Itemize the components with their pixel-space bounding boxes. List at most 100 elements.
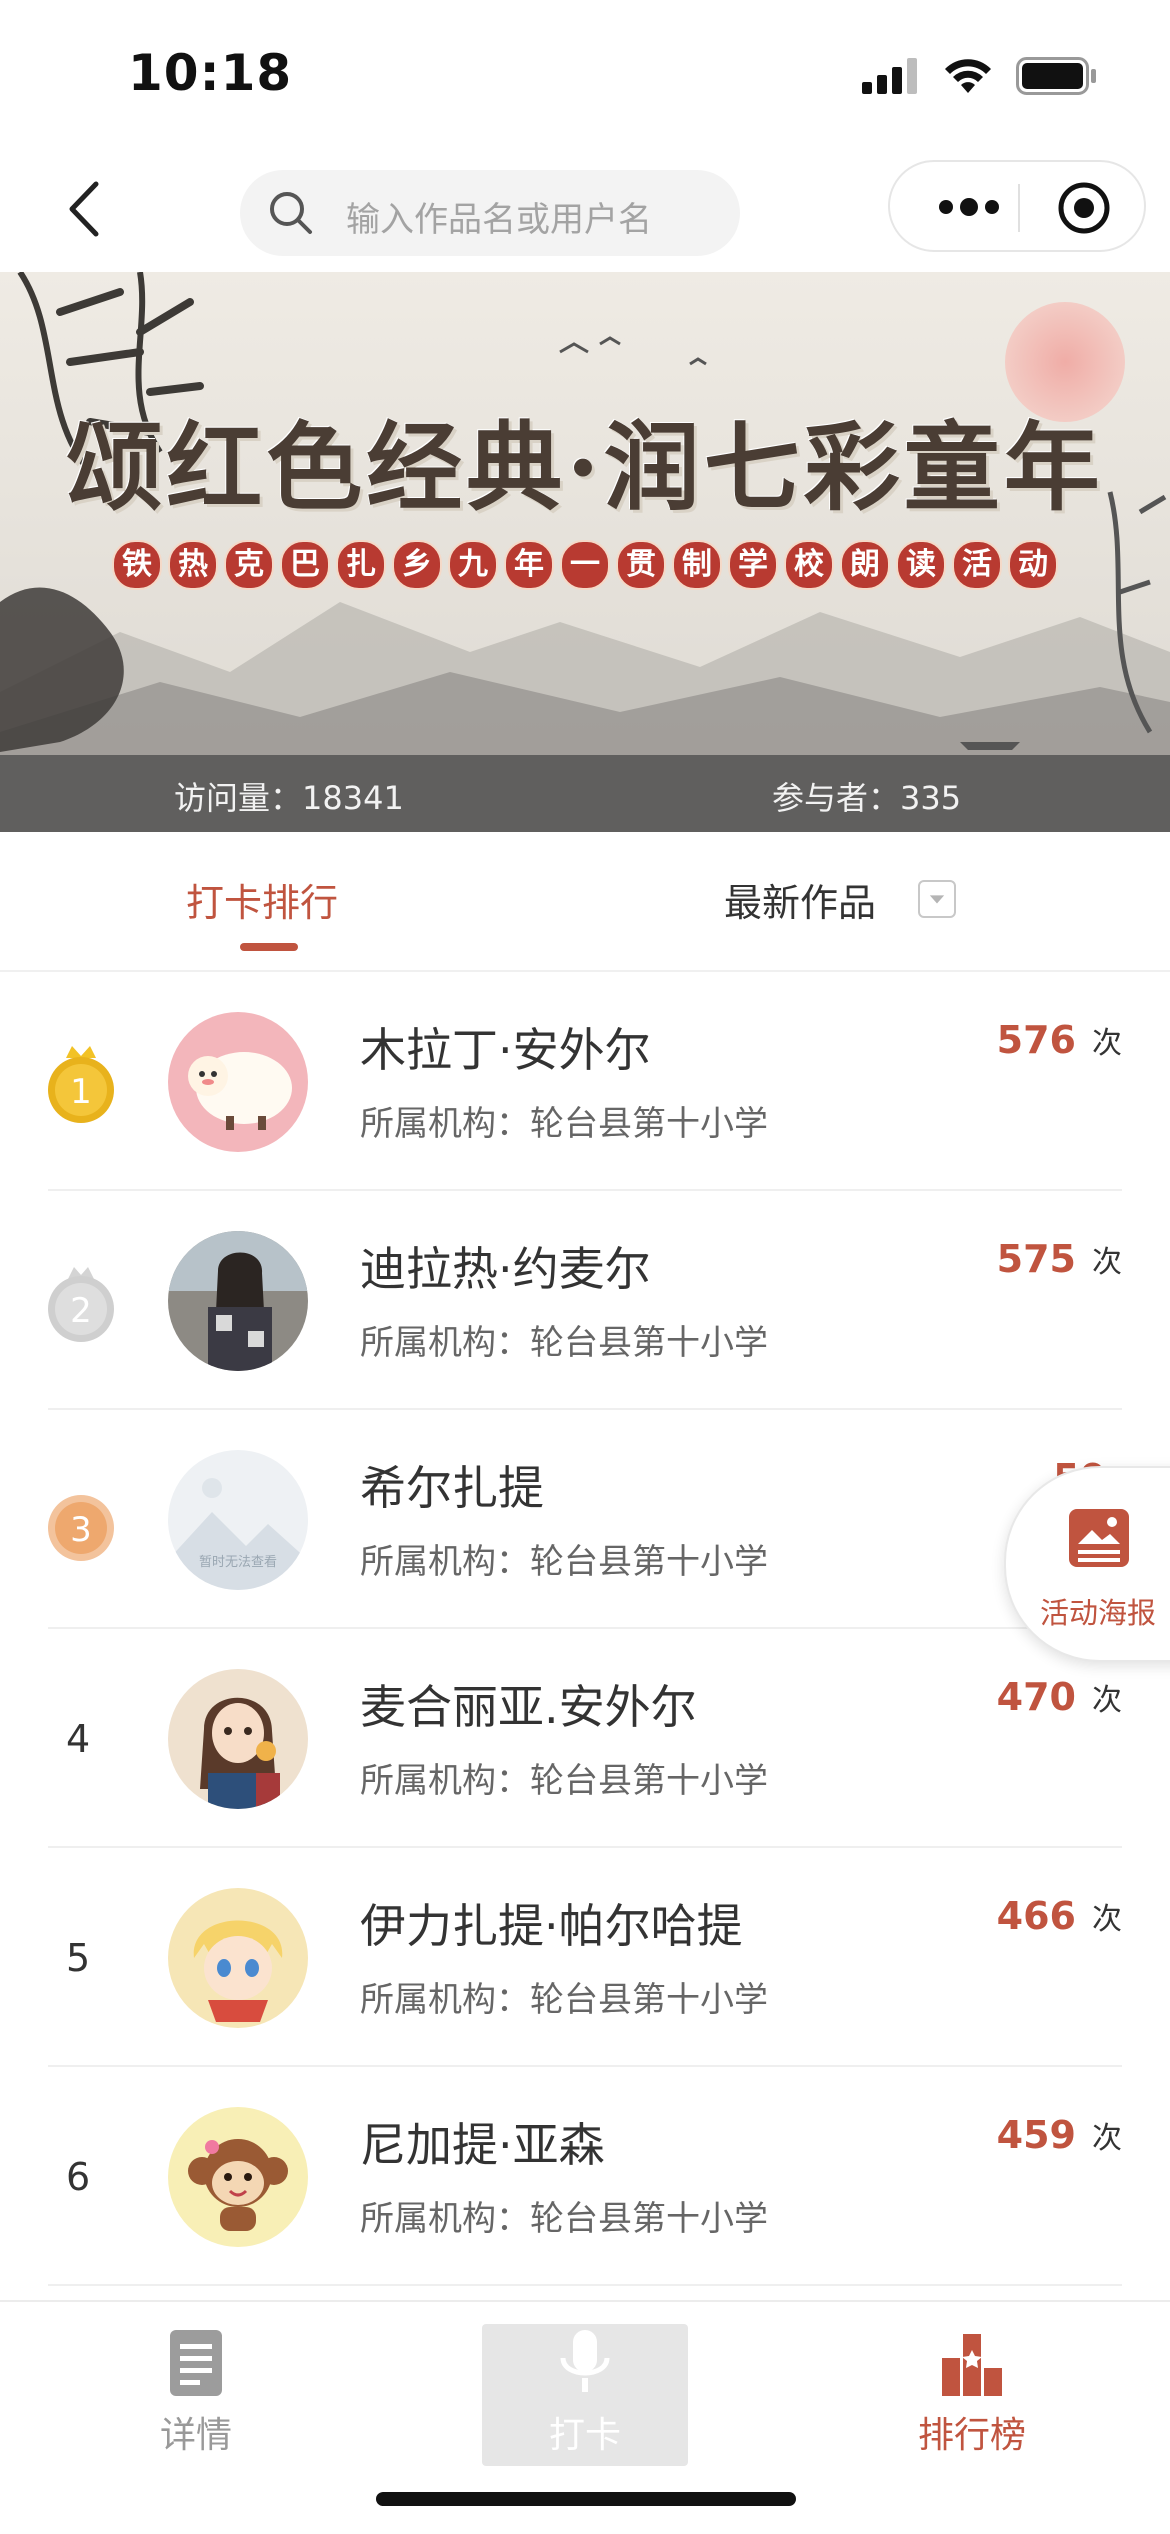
user-name: 迪拉热·约麦尔 [360,1242,651,1296]
user-name: 麦合丽亚.安外尔 [360,1680,697,1734]
subtitle-char: 学 [728,540,778,590]
checkin-count: 459 次 [997,2113,1122,2157]
user-organization: 所属机构：轮台县第十小学 [360,2199,768,2239]
user-avatar-placeholder[interactable]: 暂时无法查看 [168,1450,308,1590]
user-avatar[interactable] [168,1012,308,1152]
user-organization: 所属机构：轮台县第十小学 [360,1542,768,1582]
checkin-count: 466 次 [997,1894,1122,1938]
count-unit: 次 [1092,1902,1122,1937]
wifi-icon [945,59,991,93]
search-placeholder: 输入作品名或用户名 [346,200,652,240]
user-name: 希尔扎提 [360,1461,544,1515]
miniprogram-capsule [888,160,1146,252]
tab-detail[interactable]: 详情 [96,2328,296,2478]
activity-banner: 颂红色经典·润七彩童年 铁热克巴扎乡九年一贯制学校朗读活动 访问量：18341 … [0,272,1170,832]
ranking-podium-icon [942,2334,1002,2396]
search-icon [270,192,312,234]
banner-subtitle: 铁热克巴扎乡九年一贯制学校朗读活动 [0,540,1170,590]
count-unit: 次 [1092,1683,1122,1718]
status-time: 10:18 [128,44,293,102]
document-icon [170,2330,222,2396]
count-value: 466 [996,1894,1076,1938]
home-indicator [376,2492,796,2506]
user-avatar[interactable] [168,1669,308,1809]
capsule-divider [1018,184,1020,232]
checkin-count: 576 次 [997,1018,1122,1062]
checkin-count: 470 次 [997,1675,1122,1719]
row-divider [48,2284,1122,2286]
subtitle-char: 活 [952,540,1002,590]
checkin-count: 575 次 [997,1237,1122,1281]
subtitle-char: 一 [560,540,610,590]
status-icons [862,56,1098,96]
search-input[interactable]: 输入作品名或用户名 [240,170,740,256]
subtitle-char: 校 [784,540,834,590]
subtitle-char: 动 [1008,540,1058,590]
close-target-icon[interactable] [1056,180,1112,236]
signal-icon [862,58,917,94]
svg-text:1: 1 [70,1072,92,1112]
poster-icon [1069,1509,1129,1567]
nav-bar: 输入作品名或用户名 [0,150,1170,270]
bronze-medal-icon: 3 [48,1495,114,1561]
user-name: 尼加提·亚森 [360,2118,605,2172]
banner-stats-bar: 访问量：18341 参与者：335 [0,755,1170,832]
microphone-icon [560,2330,610,2392]
subtitle-char: 乡 [392,540,442,590]
more-icon[interactable] [924,182,1014,232]
subtitle-char: 制 [672,540,722,590]
ranking-row[interactable]: 5 伊力扎提·帕尔哈提 所属机构：轮台县第十小学 466 次 [0,1848,1170,2067]
svg-text:3: 3 [70,1510,92,1550]
active-tab-indicator [240,943,298,951]
ranking-row[interactable]: 3 暂时无法查看 希尔扎提 所属机构：轮台县第十小学 50 [0,1410,1170,1629]
user-organization: 所属机构：轮台县第十小学 [360,1761,768,1801]
tab-checkin-label: 打卡 [548,2415,621,2456]
count-unit: 次 [1092,2121,1122,2156]
dropdown-arrow-icon[interactable] [918,880,956,918]
visit-count: 访问量：18341 [174,779,404,817]
user-organization: 所属机构：轮台县第十小学 [360,1980,768,2020]
image-unavailable-text: 暂时无法查看 [199,1554,277,1570]
count-value: 575 [996,1237,1076,1281]
user-name: 伊力扎提·帕尔哈提 [360,1899,743,1953]
tab-detail-label: 详情 [159,2415,232,2456]
status-bar: 10:18 [0,0,1170,150]
battery-icon [1016,57,1096,95]
tab-checkin[interactable]: 打卡 [485,2328,685,2478]
user-avatar[interactable] [168,2107,308,2247]
silver-medal-icon: 2 [48,1267,114,1342]
ranking-row[interactable]: 2 迪拉热·约麦尔 所属机构：轮台县第十小学 575 次 [0,1191,1170,1410]
subtitle-char: 九 [448,540,498,590]
user-organization: 所属机构：轮台县第十小学 [360,1104,768,1144]
subtitle-char: 铁 [112,540,162,590]
back-arrow-icon[interactable] [56,174,116,244]
gold-medal-icon: 1 [48,1046,114,1123]
ranking-row[interactable]: 4 麦合丽亚.安外尔 所属机构：轮台县第十小学 470 次 [0,1629,1170,1848]
ranking-row[interactable]: 1 木拉丁·安外尔 所属机构：轮台县第十小学 576 次 [0,972,1170,1191]
user-avatar[interactable] [168,1231,308,1371]
user-name: 木拉丁·安外尔 [360,1023,651,1077]
tab-ranking[interactable]: 排行榜 [872,2328,1072,2478]
rank-number: 6 [66,2155,91,2199]
subtitle-char: 热 [168,540,218,590]
tab-latest-works[interactable]: 最新作品 [724,872,876,927]
subtitle-char: 朗 [840,540,890,590]
rank-number: 5 [66,1936,91,1980]
count-value: 470 [996,1675,1076,1719]
subtitle-char: 巴 [280,540,330,590]
subtitle-char: 读 [896,540,946,590]
count-unit: 次 [1092,1245,1122,1280]
count-value: 459 [996,2113,1076,2157]
user-avatar[interactable] [168,1888,308,2028]
rank-number: 4 [66,1717,91,1761]
subtitle-char: 贯 [616,540,666,590]
ranking-list: 1 木拉丁·安外尔 所属机构：轮台县第十小学 576 次 2 迪拉热·约麦尔 所… [0,972,1170,2286]
user-organization: 所属机构：轮台县第十小学 [360,1323,768,1363]
participant-count: 参与者：335 [772,779,962,817]
ranking-row[interactable]: 6 尼加提·亚森 所属机构：轮台县第十小学 459 次 [0,2067,1170,2286]
banner-title: 颂红色经典·润七彩童年 [66,411,1104,524]
tab-checkin-ranking[interactable]: 打卡排行 [186,872,338,927]
subtitle-char: 克 [224,540,274,590]
svg-text:2: 2 [70,1291,92,1331]
count-unit: 次 [1092,1026,1122,1061]
